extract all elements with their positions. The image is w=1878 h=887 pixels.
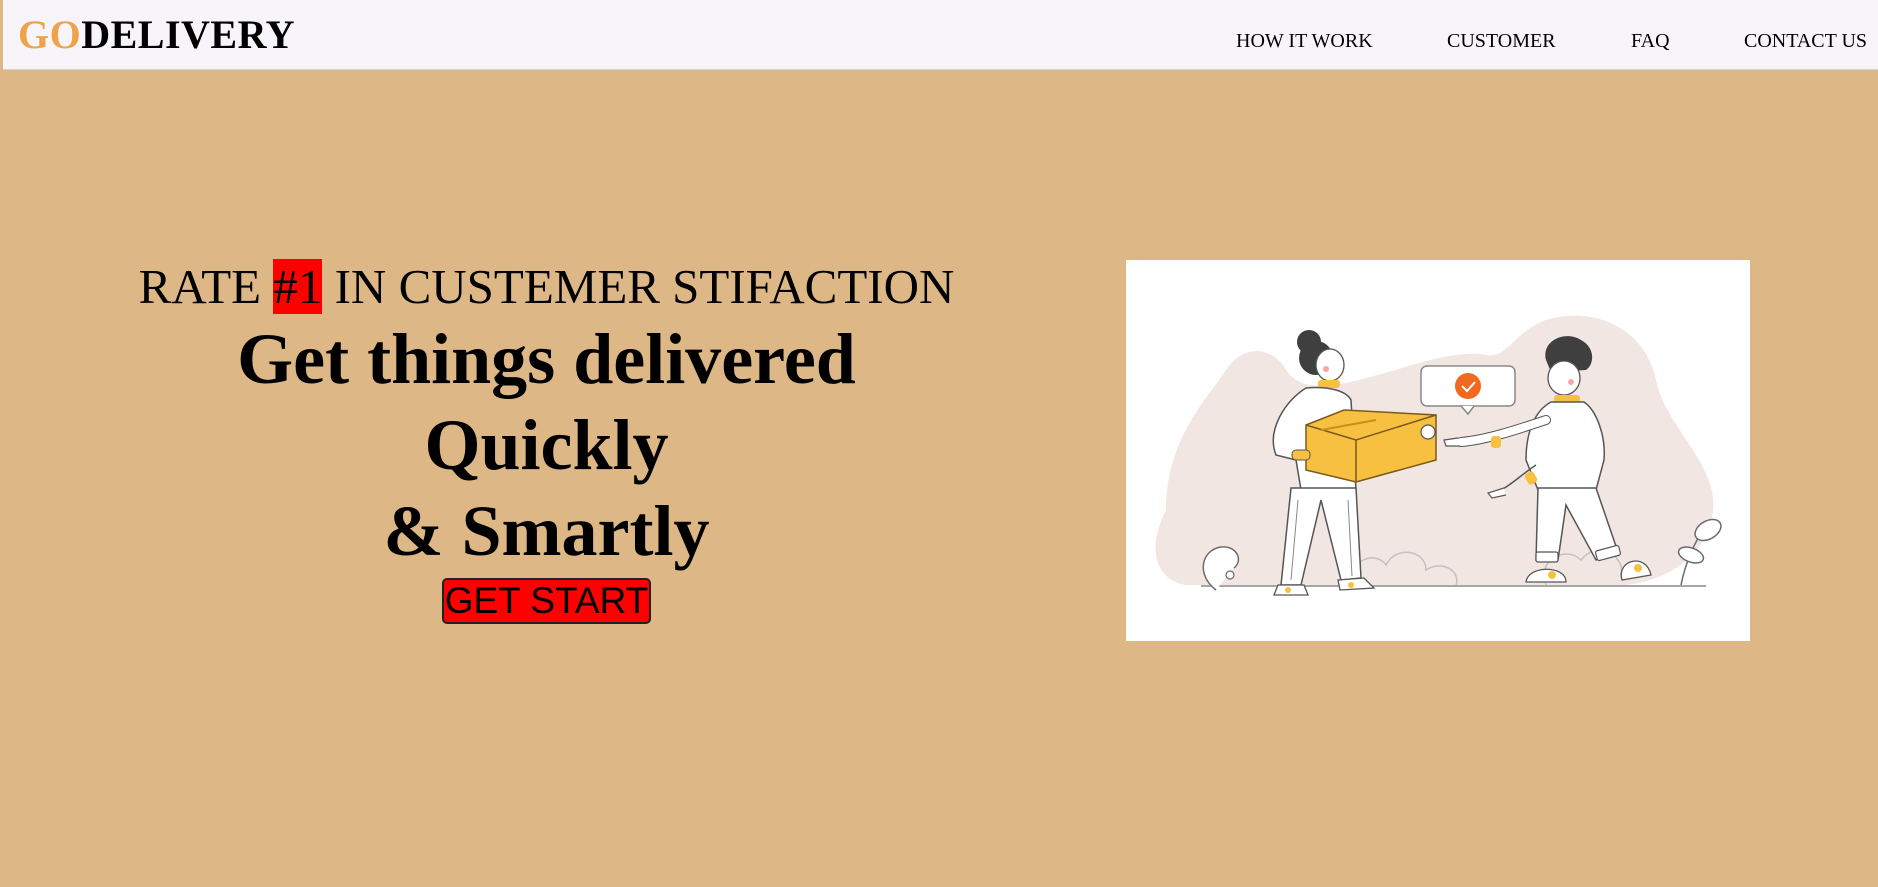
nav-link-how-it-work[interactable]: HOW IT WORK (1236, 29, 1373, 53)
delivery-illustration (1126, 260, 1750, 641)
site-logo[interactable]: GODELIVERY (18, 12, 295, 58)
tagline-prefix: RATE (138, 259, 274, 314)
logo-go-text: GO (18, 12, 82, 57)
rank-highlight: #1 (273, 259, 323, 314)
nav-link-customer[interactable]: CUSTOMER (1447, 29, 1556, 53)
get-start-button[interactable]: GET START (441, 578, 652, 624)
logo-delivery-text: DELIVERY (81, 12, 295, 57)
nav-link-contact-us[interactable]: CONTACT US (1744, 29, 1867, 53)
hero-text-section: RATE #1 IN CUSTEMER STIFACTION Get thing… (100, 258, 993, 624)
headline-line-3: & Smartly (383, 491, 710, 571)
top-navbar: GODELIVERY HOW IT WORK CUSTOMER FAQ CONT… (3, 0, 1878, 70)
delivery-handoff-icon (1155, 315, 1722, 596)
headline-line-1: Get things delivered (237, 319, 856, 399)
hero-tagline: RATE #1 IN CUSTEMER STIFACTION (100, 258, 993, 316)
nav-link-faq[interactable]: FAQ (1631, 29, 1670, 53)
headline-line-2: Quickly (424, 405, 669, 485)
tagline-suffix: IN CUSTEMER STIFACTION (322, 259, 955, 314)
hero-headline: Get things delivered Quickly & Smartly (100, 316, 993, 574)
